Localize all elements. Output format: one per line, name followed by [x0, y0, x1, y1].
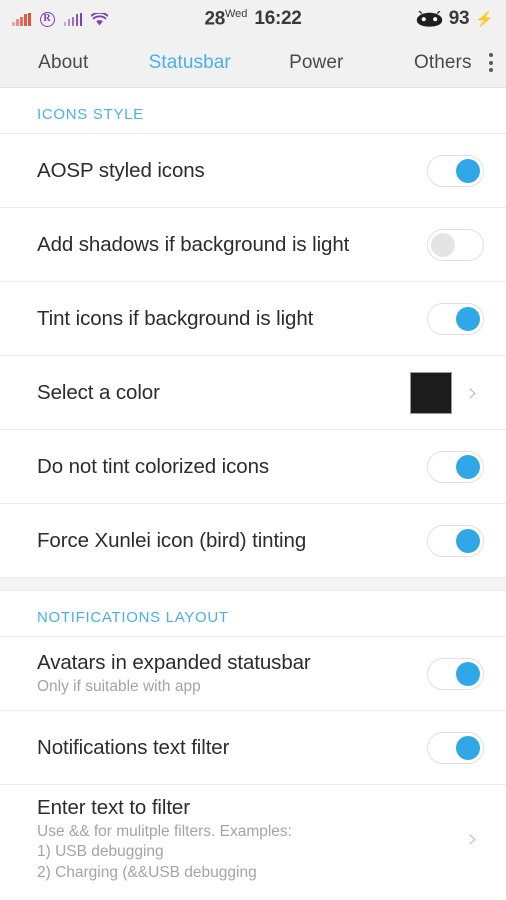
row-text: Force Xunlei icon (bird) tinting [37, 528, 415, 554]
row-accessory [427, 228, 484, 261]
chevron-right-icon: › [467, 377, 479, 408]
setting-row-tint-icons[interactable]: Tint icons if background is light [0, 281, 506, 355]
row-accessory [427, 524, 484, 557]
setting-row-aosp-styled-icons[interactable]: AOSP styled icons [0, 133, 506, 207]
statusbar-right-icons: 93 ⚡ [416, 0, 494, 38]
row-title: Notifications text filter [37, 735, 230, 759]
row-text: Enter text to filter Use && for mulitple… [37, 795, 440, 883]
statusbar-time: 16:22 [254, 8, 302, 29]
row-accessory [427, 657, 484, 690]
row-text: Avatars in expanded statusbar Only if su… [37, 650, 415, 697]
row-title: AOSP styled icons [37, 158, 205, 182]
section-header-icons-style: ICONS STYLE [37, 106, 144, 123]
battery-percentage: 93 [448, 8, 470, 29]
statusbar-left-icons: R [12, 11, 108, 27]
tab-about[interactable]: About [0, 52, 127, 74]
row-subtitle: Only if suitable with app [37, 677, 201, 695]
row-title: Add shadows if background is light [37, 232, 350, 256]
more-options-icon[interactable] [480, 45, 502, 81]
row-subtitle: Use && for mulitple filters. Examples: 1… [37, 822, 292, 881]
row-text: Add shadows if background is light [37, 232, 415, 258]
color-swatch[interactable] [410, 371, 452, 414]
row-text: AOSP styled icons [37, 158, 415, 184]
signal-bars-sim2-icon [63, 12, 82, 26]
row-accessory: › [452, 826, 484, 852]
row-accessory [427, 450, 484, 483]
setting-row-avatars-expanded-statusbar[interactable]: Avatars in expanded statusbar Only if su… [0, 636, 506, 710]
toggle-knob [456, 306, 480, 331]
toggle-aosp-styled-icons[interactable] [427, 154, 484, 187]
section-header-notifications-layout: NOTIFICATIONS LAYOUT [37, 609, 229, 626]
toggle-knob [431, 232, 455, 257]
tab-bar: About Statusbar Power Others [0, 38, 506, 88]
setting-row-do-not-tint-colorized[interactable]: Do not tint colorized icons [0, 429, 506, 503]
row-title: Do not tint colorized icons [37, 454, 270, 478]
section-divider [0, 577, 506, 591]
statusbar-date: 28Wed [204, 7, 248, 30]
setting-row-select-a-color[interactable]: Select a color › [0, 355, 506, 429]
toggle-knob [456, 661, 480, 686]
dot [489, 68, 493, 72]
dot [489, 53, 493, 57]
dot [489, 60, 493, 65]
chevron-right-icon: › [467, 823, 479, 854]
row-title: Select a color [37, 380, 160, 404]
row-text: Select a color [37, 380, 398, 406]
tab-statusbar[interactable]: Statusbar [127, 52, 254, 74]
toggle-tint-icons[interactable] [427, 302, 484, 335]
row-title: Tint icons if background is light [37, 306, 314, 330]
setting-row-notifications-text-filter[interactable]: Notifications text filter [0, 710, 506, 784]
toggle-do-not-tint-colorized[interactable] [427, 450, 484, 483]
system-statusbar: R 28Wed 16:22 93 ⚡ [0, 0, 506, 38]
row-title: Force Xunlei icon (bird) tinting [37, 528, 307, 552]
toggle-knob [456, 528, 480, 553]
signal-bars-sim1-icon [12, 12, 31, 26]
setting-row-enter-text-to-filter[interactable]: Enter text to filter Use && for mulitple… [0, 784, 506, 893]
row-accessory [427, 154, 484, 187]
row-accessory [427, 731, 484, 764]
row-title: Avatars in expanded statusbar [37, 650, 311, 674]
row-accessory: › [410, 371, 484, 414]
toggle-avatars-expanded-statusbar[interactable] [427, 657, 484, 690]
row-text: Tint icons if background is light [37, 306, 415, 332]
setting-row-force-xunlei-tinting[interactable]: Force Xunlei icon (bird) tinting [0, 503, 506, 577]
toggle-knob [456, 735, 480, 760]
row-title: Enter text to filter [37, 796, 190, 819]
roaming-indicator-icon: R [39, 11, 55, 27]
charging-bolt-icon: ⚡ [475, 10, 494, 28]
android-head-icon [416, 11, 442, 27]
setting-row-add-shadows[interactable]: Add shadows if background is light [0, 207, 506, 281]
toggle-knob [456, 454, 480, 479]
row-text: Do not tint colorized icons [37, 454, 415, 480]
toggle-knob [456, 158, 480, 183]
toggle-add-shadows[interactable] [427, 228, 484, 261]
row-accessory [427, 302, 484, 335]
tab-power[interactable]: Power [253, 52, 380, 74]
toggle-notifications-text-filter[interactable] [427, 731, 484, 764]
wifi-icon [91, 12, 108, 25]
row-text: Notifications text filter [37, 735, 415, 761]
settings-list: ICONS STYLE AOSP styled icons Add shadow… [0, 88, 506, 893]
toggle-force-xunlei-tinting[interactable] [427, 524, 484, 557]
